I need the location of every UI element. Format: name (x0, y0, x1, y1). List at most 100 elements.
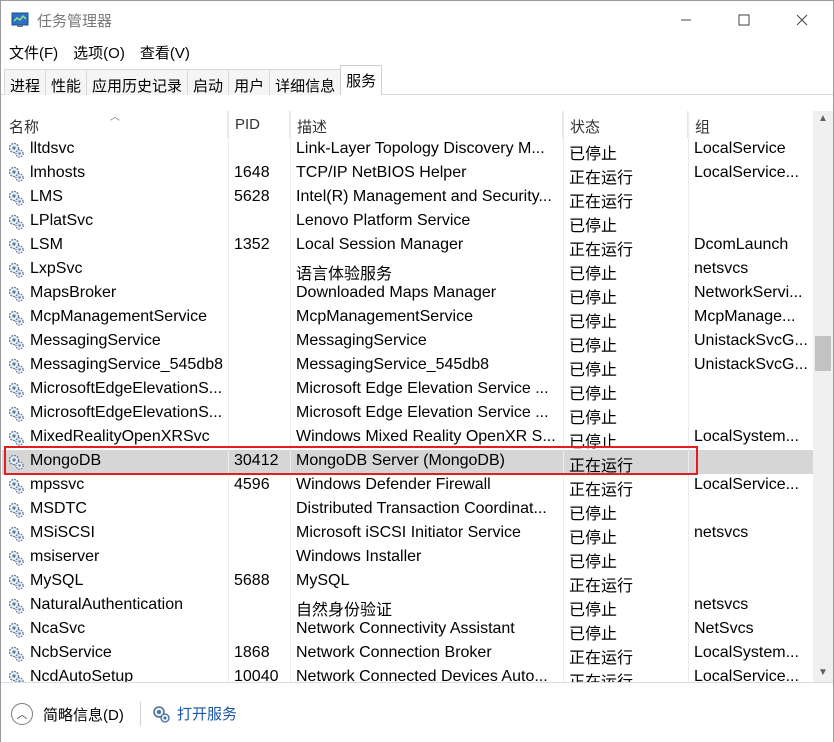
maximize-button[interactable] (721, 1, 767, 39)
service-name: MySQL (30, 572, 84, 589)
service-status: 正在运行 (569, 650, 634, 666)
column-header-name[interactable]: 名称 ︿ (2, 111, 228, 138)
maximize-icon (738, 14, 750, 26)
service-pid (234, 594, 290, 618)
service-row[interactable]: MSiSCSI Microsoft iSCSI Initiator Service… (2, 522, 813, 546)
service-pid: 5688 (234, 572, 270, 589)
service-group: netsvcs (694, 596, 749, 613)
close-button[interactable] (779, 1, 825, 39)
tab-details[interactable]: 详细信息 (269, 69, 342, 95)
service-group: LocalService... (694, 164, 799, 181)
service-description: MongoDB Server (MongoDB) (296, 452, 505, 469)
service-group (694, 210, 809, 234)
minimize-button[interactable] (663, 1, 709, 39)
vertical-scrollbar[interactable]: ▲ ▼ (813, 111, 833, 682)
service-name: LMS (30, 188, 63, 205)
tab-app-history[interactable]: 应用历史记录 (86, 69, 189, 95)
scroll-down-arrow-icon[interactable]: ▼ (813, 665, 833, 682)
footer-separator (140, 702, 141, 726)
service-row[interactable]: LMS 5628 Intel(R) Management and Security.… (2, 186, 813, 210)
service-pid (234, 210, 290, 234)
service-status: 已停止 (569, 554, 618, 570)
service-row[interactable]: McpManagementService McpManagementService… (2, 306, 813, 330)
service-gear-icon (8, 334, 24, 350)
service-group: UnistackSvcG... (694, 332, 808, 349)
service-row[interactable]: MapsBroker Downloaded Maps Manager 已停止 Netw… (2, 282, 813, 306)
service-status: 正在运行 (569, 578, 634, 594)
open-services-link[interactable]: 打开服务 (151, 703, 237, 724)
service-row[interactable]: MixedRealityOpenXRSvc Windows Mixed Reali… (2, 426, 813, 450)
service-row[interactable]: MessagingService_545db8 MessagingService_… (2, 354, 813, 378)
scroll-thumb[interactable] (815, 336, 831, 371)
service-group (694, 450, 809, 474)
service-group: netsvcs (694, 524, 749, 541)
service-row[interactable]: NcaSvc Network Connectivity Assistant 已停止 N… (2, 618, 813, 642)
service-gear-icon (8, 310, 24, 326)
service-row[interactable]: MessagingService MessagingService 已停止 Unist… (2, 330, 813, 354)
service-status: 已停止 (569, 266, 618, 282)
service-row[interactable]: lltdsvc Link-Layer Topology Discovery M..… (2, 138, 813, 162)
service-status: 正在运行 (569, 194, 634, 210)
service-status: 已停止 (569, 218, 618, 234)
service-row[interactable]: msiserver Windows Installer 已停止 (2, 546, 813, 570)
service-name: MapsBroker (30, 284, 117, 301)
service-row[interactable]: NcbService 1868 Network Connection Broker 正… (2, 642, 813, 666)
service-pid (234, 282, 290, 306)
service-status: 已停止 (569, 410, 618, 426)
service-description: Windows Defender Firewall (296, 476, 491, 493)
column-header-status[interactable]: 状态 (563, 111, 688, 138)
column-name-label: 名称 (9, 119, 40, 136)
service-row[interactable]: lmhosts 1648 TCP/IP NetBIOS Helper 正在运行 Loca… (2, 162, 813, 186)
table-header: 名称 ︿ PID 描述 状态 组 (2, 111, 813, 138)
menu-file[interactable]: 文件(F) (1, 39, 65, 65)
menu-options[interactable]: 选项(O) (65, 39, 132, 65)
service-row[interactable]: NaturalAuthentication 自然身份验证 已停止 netsvcs (2, 594, 813, 618)
service-pid (234, 354, 290, 378)
service-row[interactable]: mpssvc 4596 Windows Defender Firewall 正在运行 L… (2, 474, 813, 498)
service-gear-icon (8, 142, 24, 158)
menu-view[interactable]: 查看(V) (132, 39, 197, 65)
service-row[interactable]: MongoDB 30412 MongoDB Server (MongoDB) 正在运行 (2, 450, 813, 474)
service-description: Local Session Manager (296, 236, 464, 253)
services-gear-icon (153, 705, 170, 723)
column-header-group[interactable]: 组 (688, 111, 813, 138)
service-pid (234, 306, 290, 330)
service-row[interactable]: LSM 1352 Local Session Manager 正在运行 DcomLaun… (2, 234, 813, 258)
service-name: MessagingService (30, 332, 161, 349)
service-description: Network Connection Broker (296, 644, 492, 661)
tab-performance[interactable]: 性能 (45, 69, 88, 95)
service-row[interactable]: MicrosoftEdgeElevationS... Microsoft Edge… (2, 402, 813, 426)
service-group: DcomLaunch (694, 236, 789, 253)
service-name: NcdAutoSetup (30, 668, 134, 682)
service-gear-icon (8, 214, 24, 230)
service-row[interactable]: MSDTC Distributed Transaction Coordinat..… (2, 498, 813, 522)
service-gear-icon (8, 478, 24, 494)
tab-users[interactable]: 用户 (228, 69, 271, 95)
column-header-description[interactable]: 描述 (290, 111, 563, 138)
service-row[interactable]: MySQL 5688 MySQL 正在运行 (2, 570, 813, 594)
footer-bar: ︿ 简略信息(D) 打开服务 (1, 682, 833, 742)
service-group (694, 498, 809, 522)
service-status: 已停止 (569, 314, 618, 330)
tab-services[interactable]: 服务 (340, 65, 383, 95)
service-name: LPlatSvc (30, 212, 94, 229)
service-row[interactable]: NcdAutoSetup 10040 Network Connected Devic… (2, 666, 813, 682)
service-row[interactable]: MicrosoftEdgeElevationS... Microsoft Edge… (2, 378, 813, 402)
column-divider (290, 111, 291, 682)
service-gear-icon (8, 574, 24, 590)
fewer-details-button[interactable]: ︿ 简略信息(D) (11, 703, 124, 725)
service-pid: 4596 (234, 476, 270, 493)
chevron-up-icon: ︿ (11, 703, 33, 725)
tab-processes[interactable]: 进程 (4, 69, 47, 95)
service-pid (234, 522, 290, 546)
service-status: 已停止 (569, 530, 618, 546)
service-name: MixedRealityOpenXRSvc (30, 428, 210, 445)
column-header-pid[interactable]: PID (228, 111, 290, 138)
service-row[interactable]: LPlatSvc Lenovo Platform Service 已停止 (2, 210, 813, 234)
service-row[interactable]: LxpSvc 语言体验服务 已停止 netsvcs (2, 258, 813, 282)
tab-startup[interactable]: 启动 (187, 69, 230, 95)
service-status: 已停止 (569, 434, 618, 450)
menu-bar: 文件(F) 选项(O) 查看(V) (1, 39, 833, 65)
service-status: 正在运行 (569, 482, 634, 498)
scroll-up-arrow-icon[interactable]: ▲ (813, 111, 833, 128)
